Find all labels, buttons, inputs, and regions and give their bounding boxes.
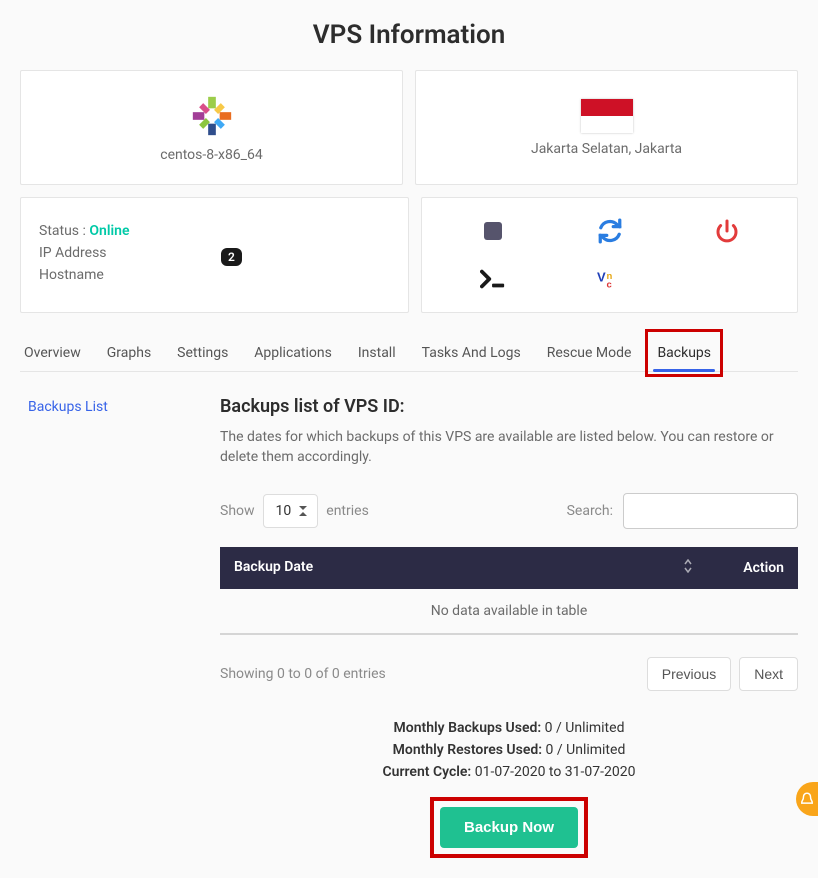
tab-graphs[interactable]: Graphs — [103, 335, 155, 371]
location-name: Jakarta Selatan, Jakarta — [531, 141, 682, 157]
restart-icon[interactable] — [597, 218, 623, 244]
next-button[interactable]: Next — [739, 657, 798, 691]
tab-overview[interactable]: Overview — [20, 335, 85, 371]
col-action: Action — [708, 547, 798, 589]
col-backup-date[interactable]: Backup Date — [220, 547, 708, 589]
page-size-select[interactable]: 10 — [263, 494, 319, 528]
tab-backups[interactable]: Backups — [653, 335, 715, 371]
restores-used-value: 0 / Unlimited — [546, 742, 626, 758]
sidebar-backups-list-link[interactable]: Backups List — [28, 399, 108, 415]
tab-rescue-mode[interactable]: Rescue Mode — [543, 335, 636, 371]
stop-icon[interactable] — [480, 218, 506, 244]
col-backup-date-label: Backup Date — [234, 559, 313, 575]
svg-text:V: V — [597, 270, 606, 285]
sidebar: Backups List — [20, 396, 220, 858]
showing-text: Showing 0 to 0 of 0 entries — [220, 666, 386, 682]
tabs-bar: Overview Graphs Settings Applications In… — [20, 335, 798, 372]
tab-applications[interactable]: Applications — [250, 335, 336, 371]
location-card: Jakarta Selatan, Jakarta — [415, 70, 798, 185]
empty-row: No data available in table — [220, 589, 798, 634]
sort-icon — [682, 559, 694, 577]
terminal-icon[interactable] — [480, 266, 506, 292]
show-label: Show — [220, 503, 255, 519]
ip-address-label: IP Address — [39, 242, 390, 264]
main-panel: Backups list of VPS ID: The dates for wh… — [220, 396, 798, 858]
os-card: centos-8-x86_64 — [20, 70, 403, 185]
backups-used-value: 0 / Unlimited — [545, 720, 625, 736]
cycle-label: Current Cycle: — [383, 764, 472, 780]
entries-label: entries — [326, 503, 369, 519]
power-icon[interactable] — [714, 218, 740, 244]
svg-text:c: c — [606, 280, 612, 290]
backup-stats: Monthly Backups Used: 0 / Unlimited Mont… — [220, 717, 798, 783]
active-tab-underline — [653, 369, 715, 372]
status-label: Status : — [39, 223, 86, 239]
backups-table: Backup Date Action No data available in … — [220, 547, 798, 635]
vnc-icon[interactable]: Vnc — [597, 266, 623, 292]
tab-settings[interactable]: Settings — [173, 335, 232, 371]
search-label: Search: — [567, 503, 613, 519]
empty-action-slot — [714, 266, 740, 292]
tab-tasks-logs[interactable]: Tasks And Logs — [418, 335, 525, 371]
panel-description: The dates for which backups of this VPS … — [220, 427, 798, 467]
status-line: Status : Online — [39, 220, 390, 242]
actions-card: Vnc — [421, 197, 798, 313]
status-card: Status : Online IP Address Hostname 2 — [20, 197, 409, 313]
status-value: Online — [89, 223, 129, 239]
page-title: VPS Information — [20, 20, 798, 50]
panel-heading: Backups list of VPS ID: — [220, 396, 798, 417]
count-badge: 2 — [221, 248, 242, 266]
indonesia-flag-icon — [581, 99, 633, 133]
hostname-label: Hostname — [39, 264, 390, 286]
pager: Previous Next — [647, 657, 798, 691]
tab-install[interactable]: Install — [354, 335, 400, 371]
cycle-value: 01-07-2020 to 31-07-2020 — [475, 764, 636, 780]
search-input[interactable] — [623, 493, 798, 529]
backups-used-label: Monthly Backups Used: — [394, 720, 542, 736]
centos-logo-icon — [189, 93, 235, 139]
restores-used-label: Monthly Restores Used: — [393, 742, 542, 758]
previous-button[interactable]: Previous — [647, 657, 731, 691]
os-name: centos-8-x86_64 — [160, 147, 262, 163]
